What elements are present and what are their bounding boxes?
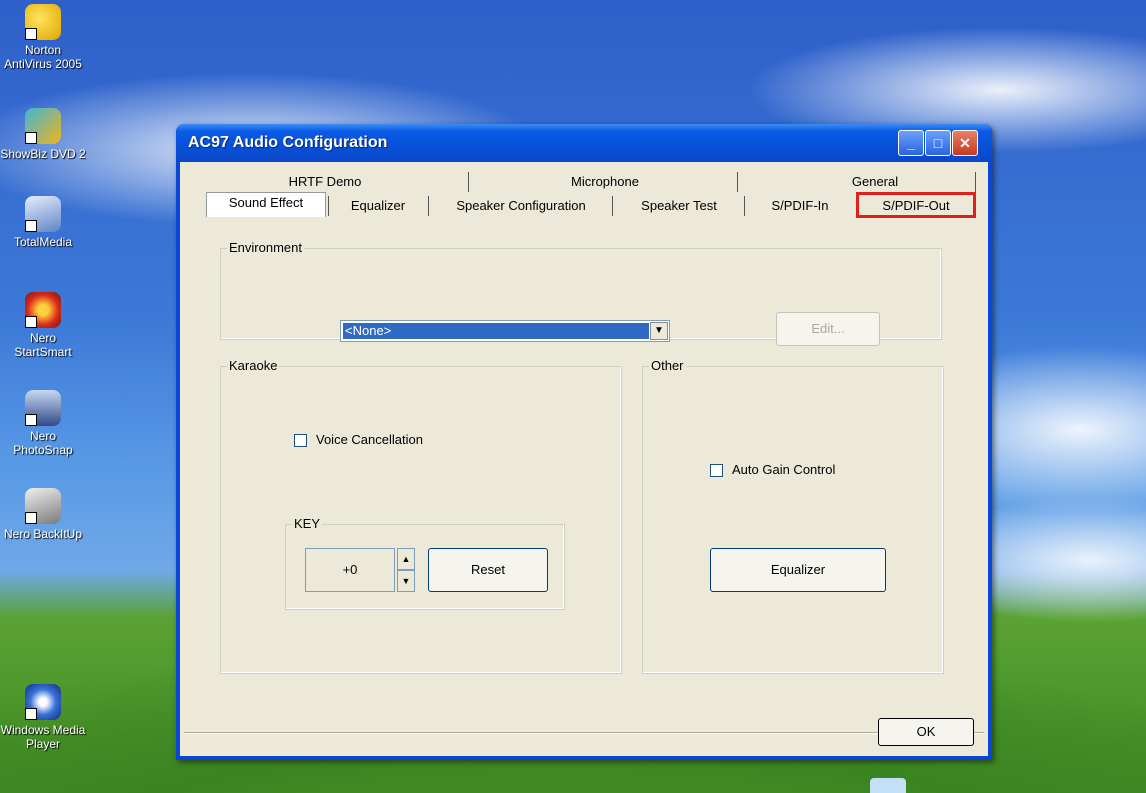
tab-spdif-in[interactable]: S/PDIF-In xyxy=(748,196,852,216)
maximize-icon: □ xyxy=(933,135,943,151)
tab-general[interactable]: General xyxy=(790,172,960,192)
tab-speaker-configuration[interactable]: Speaker Configuration xyxy=(434,196,608,216)
tab-separator xyxy=(428,196,429,216)
partial-desktop-icon xyxy=(870,778,906,793)
desktop-icon-label: TotalMedia xyxy=(13,235,73,249)
minimize-button[interactable]: _ xyxy=(898,130,924,156)
maximize-button[interactable]: □ xyxy=(925,130,951,156)
key-value-field[interactable]: +0 xyxy=(305,548,395,592)
environment-select[interactable]: <None> ▼ xyxy=(340,320,670,342)
divider xyxy=(184,732,984,733)
tab-separator xyxy=(468,172,469,192)
norton-icon xyxy=(25,4,61,40)
edit-button[interactable]: Edit... xyxy=(776,312,880,346)
desktop-icon-totalmedia[interactable]: TotalMedia xyxy=(0,196,86,249)
window-title: AC97 Audio Configuration xyxy=(188,134,388,151)
spdif-out-highlight xyxy=(856,192,976,218)
tab-separator xyxy=(975,172,976,192)
desktop-icon-nero-photosnap[interactable]: Nero PhotoSnap xyxy=(0,390,86,457)
key-spinner[interactable]: ▲ ▼ xyxy=(397,548,415,592)
tab-separator xyxy=(328,196,329,216)
tab-speaker-test[interactable]: Speaker Test xyxy=(618,196,740,216)
title-bar[interactable]: AC97 Audio Configuration _ □ ✕ xyxy=(176,124,992,162)
environment-label: Environment xyxy=(227,240,304,255)
tab-separator xyxy=(612,196,613,216)
tab-separator xyxy=(744,196,745,216)
tab-sound-effect[interactable]: Sound Effect xyxy=(206,192,326,217)
karaoke-group: Karaoke xyxy=(220,358,622,674)
desktop-icon-showbiz[interactable]: ShowBiz DVD 2 xyxy=(0,108,86,161)
tab-hrtf-demo[interactable]: HRTF Demo xyxy=(250,172,400,192)
desktop-icon-nero-backitup[interactable]: Nero BackItUp xyxy=(0,488,86,541)
desktop-icon-label: Nero StartSmart xyxy=(14,331,72,359)
desktop-icon-label: ShowBiz DVD 2 xyxy=(0,147,86,161)
equalizer-button[interactable]: Equalizer xyxy=(710,548,886,592)
spin-up-icon[interactable]: ▲ xyxy=(397,548,415,570)
desktop-icon-label: Nero BackItUp xyxy=(3,527,83,541)
auto-gain-control-label: Auto Gain Control xyxy=(732,462,836,477)
environment-select-value: <None> xyxy=(343,323,649,339)
nero-startsmart-icon xyxy=(25,292,61,328)
auto-gain-control-checkbox[interactable] xyxy=(710,464,723,477)
windows-media-player-icon xyxy=(25,684,61,720)
other-label: Other xyxy=(649,358,686,373)
window-client: HRTF Demo Microphone General Sound Effec… xyxy=(180,162,988,756)
minimize-icon: _ xyxy=(907,135,915,151)
desktop-icon-label: Norton AntiVirus 2005 xyxy=(4,43,82,71)
voice-cancellation-checkbox[interactable] xyxy=(294,434,307,447)
tab-separator xyxy=(737,172,738,192)
nero-backitup-icon xyxy=(25,488,61,524)
karaoke-label: Karaoke xyxy=(227,358,280,373)
reset-button[interactable]: Reset xyxy=(428,548,548,592)
showbiz-dvd-icon xyxy=(25,108,61,144)
tab-microphone[interactable]: Microphone xyxy=(530,172,680,192)
ok-button[interactable]: OK xyxy=(878,718,974,746)
totalmedia-icon xyxy=(25,196,61,232)
close-button[interactable]: ✕ xyxy=(952,130,978,156)
dropdown-arrow-icon[interactable]: ▼ xyxy=(650,322,668,340)
desktop-icon-label: Nero PhotoSnap xyxy=(13,429,73,457)
tab-equalizer[interactable]: Equalizer xyxy=(332,196,424,216)
desktop-icon-nero-startsmart[interactable]: Nero StartSmart xyxy=(0,292,86,359)
nero-photosnap-icon xyxy=(25,390,61,426)
desktop-icon-norton[interactable]: Norton AntiVirus 2005 xyxy=(0,4,86,71)
voice-cancellation-label: Voice Cancellation xyxy=(316,432,423,447)
desktop-icon-label: Windows Media Player xyxy=(0,723,86,751)
spin-down-icon[interactable]: ▼ xyxy=(397,570,415,592)
close-icon: ✕ xyxy=(959,135,971,151)
other-group: Other xyxy=(642,358,944,674)
desktop-icon-wmp[interactable]: Windows Media Player xyxy=(0,684,86,751)
key-label: KEY xyxy=(292,516,323,531)
audio-config-window: AC97 Audio Configuration _ □ ✕ HRTF Demo… xyxy=(176,124,992,760)
